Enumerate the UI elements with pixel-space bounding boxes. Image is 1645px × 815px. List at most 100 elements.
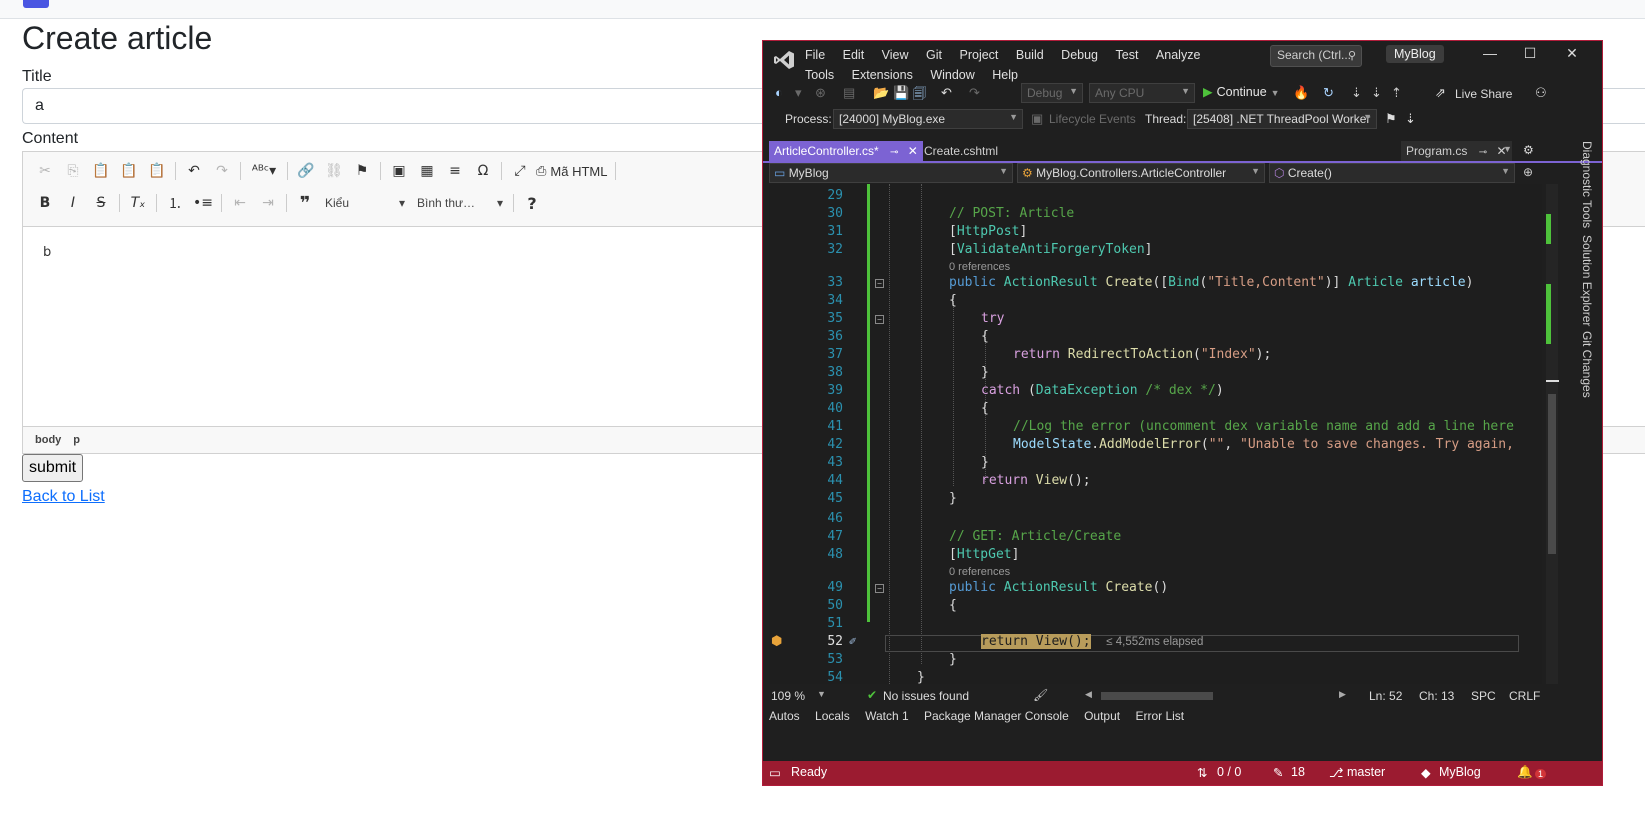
menu-git[interactable]: Git — [926, 45, 942, 65]
link-icon[interactable]: 🔗 — [294, 159, 318, 183]
special-char-icon[interactable]: Ω — [471, 159, 495, 183]
collapse-toggle[interactable]: − — [875, 315, 884, 324]
collapse-toggle[interactable]: − — [875, 584, 884, 593]
feedback-icon[interactable]: ⚇ — [1535, 85, 1547, 101]
notifications-bell-icon[interactable]: 🔔 — [1517, 765, 1533, 780]
output-window-icon[interactable]: ▭ — [769, 765, 781, 780]
tab-create-cshtml[interactable]: Create.cshtml — [919, 141, 1003, 161]
sync-icon[interactable]: ⇅ — [1197, 765, 1207, 780]
pending-edits-count[interactable]: 18 — [1291, 765, 1305, 779]
undo-icon[interactable]: ↶ — [941, 85, 952, 101]
menu-edit[interactable]: Edit — [843, 45, 865, 65]
flag-icon[interactable]: ⚑ — [1385, 111, 1397, 127]
close-icon[interactable]: ✕ — [908, 144, 918, 158]
restart-icon[interactable]: ↻ — [1323, 85, 1334, 101]
tab-error-list[interactable]: Error List — [1135, 709, 1184, 723]
pin-icon[interactable]: ⊸ — [1479, 147, 1487, 158]
scroll-right-icon[interactable]: ▶ — [1339, 689, 1346, 700]
pencil-icon[interactable]: ✎ — [1273, 765, 1283, 780]
paste-word-icon[interactable]: 📋 — [145, 159, 169, 183]
cut-icon[interactable]: ✂ — [33, 159, 57, 183]
vs-search-box[interactable]: Search (Ctrl... ⚲ — [1270, 45, 1362, 67]
continue-button[interactable]: ▶ Continue ▼ — [1203, 84, 1280, 99]
code-lens-references[interactable]: 0 references — [949, 566, 1010, 578]
horizontal-line-icon[interactable]: ≡ — [443, 159, 467, 183]
maximize-icon[interactable]: ⤢ — [508, 159, 532, 183]
open-folder-icon[interactable]: 📂 — [873, 85, 889, 101]
column-indicator[interactable]: Ch: 13 — [1419, 689, 1454, 703]
step-out-icon[interactable]: ⇡ — [1391, 85, 1402, 101]
spellcheck-icon[interactable]: ᴬᴮᶜ▾ — [247, 159, 281, 183]
path-item-body[interactable]: body — [35, 434, 61, 446]
bulleted-list-icon[interactable]: •≡ — [191, 191, 215, 215]
strikethrough-icon[interactable]: S — [89, 191, 113, 215]
live-share-label[interactable]: Live Share — [1455, 87, 1512, 101]
help-icon[interactable]: ? — [520, 191, 544, 215]
close-window-button[interactable]: ✕ — [1557, 45, 1587, 62]
configuration-dropdown[interactable]: Debug ▼ — [1021, 83, 1083, 103]
numbered-list-icon[interactable]: ⒈ — [163, 191, 187, 215]
collapse-toggle[interactable]: − — [875, 279, 884, 288]
path-item-p[interactable]: p — [73, 434, 80, 446]
styles-combo[interactable]: Kiểu ▾ — [321, 192, 409, 214]
menu-project[interactable]: Project — [960, 45, 999, 65]
hot-reload-icon[interactable]: 🔥 — [1293, 85, 1309, 101]
repository-name[interactable]: MyBlog — [1439, 765, 1481, 779]
tab-diagnostic-tools[interactable]: Diagnostic Tools — [1580, 141, 1594, 228]
nav-dropdown-icon[interactable]: ▾ — [795, 85, 802, 101]
nav-back-icon[interactable]: ◐ — [775, 85, 783, 100]
menu-debug[interactable]: Debug — [1061, 45, 1098, 65]
table-icon[interactable]: ▦ — [415, 159, 439, 183]
remove-format-icon[interactable]: Tₓ — [126, 191, 150, 215]
step-into-icon[interactable]: ⇣ — [1371, 85, 1382, 101]
paste-text-icon[interactable]: 📋 — [117, 159, 141, 183]
branch-icon[interactable]: ⎇ — [1329, 765, 1343, 780]
paste-icon[interactable]: 📋 — [89, 159, 113, 183]
project-dropdown[interactable]: ▭ MyBlog ▼ — [769, 163, 1013, 183]
navbar-toggle-button[interactable] — [23, 0, 49, 8]
quick-actions-icon[interactable]: ✐ — [849, 634, 856, 648]
source-html-button[interactable]: ⎙ Mã HTML — [536, 163, 607, 179]
save-all-icon[interactable]: 🗐 — [913, 85, 926, 107]
menu-test[interactable]: Test — [1116, 45, 1139, 65]
pin-icon[interactable]: ⊸ — [890, 147, 898, 158]
platform-dropdown[interactable]: Any CPU ▼ — [1089, 83, 1195, 103]
tab-package-manager-console[interactable]: Package Manager Console — [924, 709, 1069, 723]
branch-name[interactable]: master — [1347, 765, 1385, 779]
horizontal-scrollbar-thumb[interactable] — [1101, 692, 1213, 700]
tab-article-controller[interactable]: ArticleController.cs* ⊸ ✕ — [769, 141, 923, 161]
lifecycle-events-label[interactable]: Lifecycle Events — [1049, 112, 1136, 126]
process-dropdown[interactable]: [24000] MyBlog.exe ▼ — [833, 109, 1023, 129]
tab-output[interactable]: Output — [1084, 709, 1120, 723]
thread-dropdown[interactable]: [25408] .NET ThreadPool Worker ▼ — [1187, 109, 1377, 129]
tab-program-cs[interactable]: Program.cs ⊸ ✕ — [1401, 141, 1512, 161]
back-to-list-link[interactable]: Back to List — [22, 488, 105, 506]
sync-status[interactable]: 0 / 0 — [1217, 765, 1241, 779]
scrollbar-thumb[interactable] — [1548, 394, 1556, 554]
live-share-icon[interactable]: ⇗ — [1435, 85, 1446, 101]
split-editor-icon[interactable]: ⊕ — [1523, 165, 1533, 179]
whitespace-indicator[interactable]: SPC — [1471, 689, 1496, 703]
unlink-icon[interactable]: ⛓ — [322, 159, 346, 183]
menu-analyze[interactable]: Analyze — [1156, 45, 1200, 65]
step-over-icon[interactable]: ⇣ — [1351, 85, 1362, 101]
indent-icon[interactable]: ⇥ — [256, 191, 280, 215]
bold-icon[interactable]: B — [33, 191, 57, 215]
tab-watch-1[interactable]: Watch 1 — [865, 709, 909, 723]
new-project-icon[interactable]: ▤ — [843, 85, 855, 101]
thread-filter-icon[interactable]: ⇣ — [1405, 111, 1416, 127]
settings-gear-icon[interactable]: ⚙ — [1523, 143, 1534, 157]
issues-status[interactable]: No issues found — [883, 689, 969, 703]
cleanup-brush-icon[interactable]: 🖌 — [1033, 688, 1048, 702]
tab-git-changes[interactable]: Git Changes — [1580, 331, 1594, 398]
image-icon[interactable]: ▣ — [387, 159, 411, 183]
class-dropdown[interactable]: ⚙ MyBlog.Controllers.ArticleController ▼ — [1017, 163, 1265, 183]
italic-icon[interactable]: I — [61, 191, 85, 215]
nav-forward-icon[interactable]: ⊛ — [815, 85, 826, 101]
zoom-level[interactable]: 109 % — [771, 689, 805, 703]
breakpoint-current-icon[interactable]: ⬢ — [771, 634, 782, 649]
redo-icon[interactable]: ↷ — [969, 85, 980, 101]
maximize-button[interactable]: ☐ — [1515, 45, 1545, 62]
copy-icon[interactable]: ⎘ — [61, 159, 85, 183]
line-ending-indicator[interactable]: CRLF — [1509, 689, 1540, 703]
